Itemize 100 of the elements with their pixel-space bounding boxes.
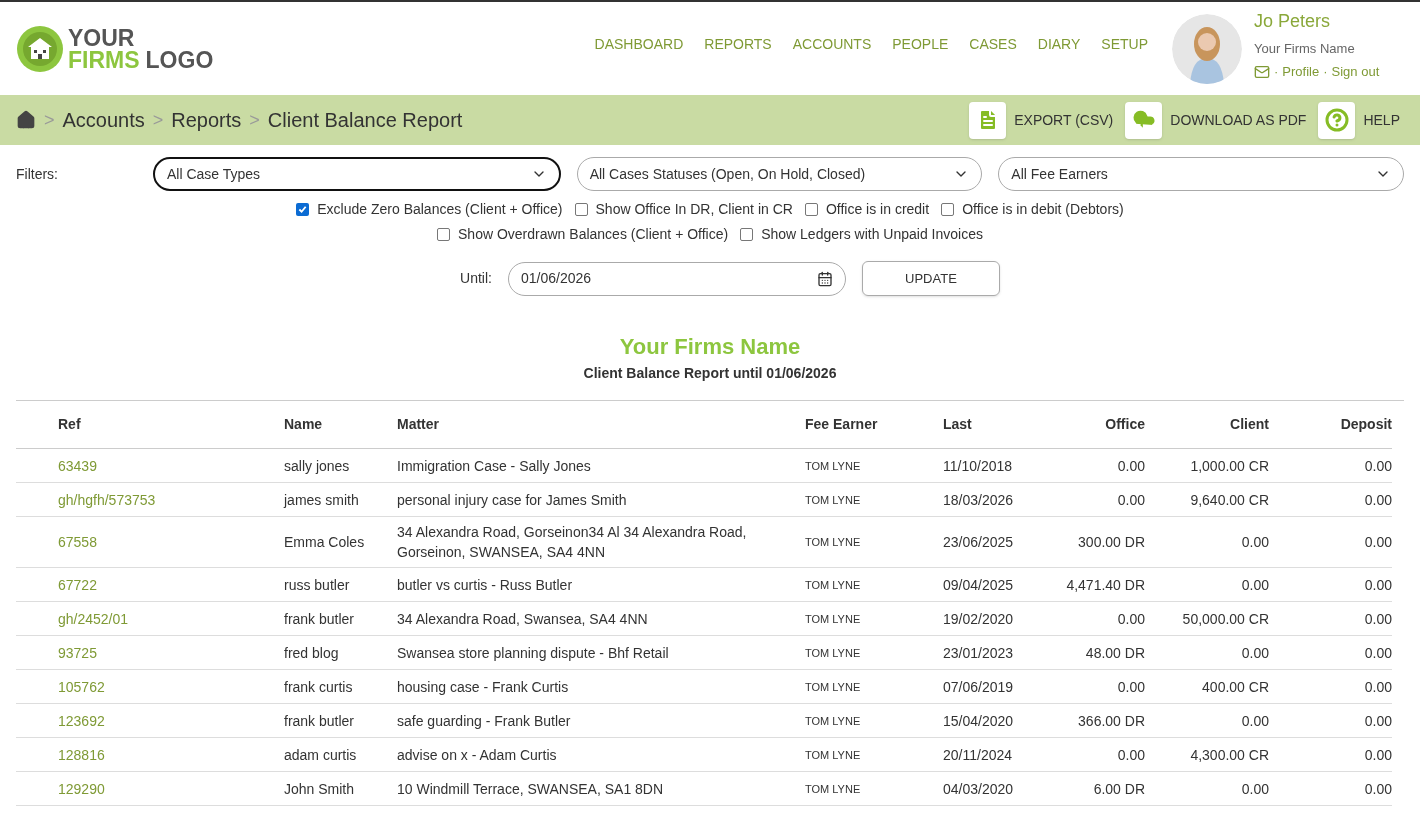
column-header[interactable]: Client <box>1145 414 1269 435</box>
table-cell-text: 0.00 <box>1363 779 1392 799</box>
table-cell-text: TOM LYNE <box>805 679 862 695</box>
table-cell-text: 0.00 <box>1363 490 1392 510</box>
checkbox[interactable] <box>437 228 451 241</box>
check-icon <box>298 205 308 214</box>
until-label: Until: <box>460 269 492 288</box>
table-cell-text: 23/01/2023 <box>943 643 1015 663</box>
breadcrumb-separator: > <box>44 108 55 132</box>
table-cell-text: frank butler <box>284 609 356 629</box>
table-cell-text: 0.00 <box>1116 677 1145 697</box>
table-cell-text: 366.00 DR <box>1077 711 1145 731</box>
checkbox-label: Show Ledgers with Unpaid Invoices <box>761 225 983 244</box>
table-cell-text: james smith <box>284 490 360 510</box>
table-cell-text: personal injury case for James Smith <box>397 490 628 510</box>
table-cell-text: 0.00 <box>1116 745 1145 765</box>
table-cell-text: fred blog <box>284 643 340 663</box>
table-cell-text: housing case - Frank Curtis <box>397 677 570 697</box>
logo-text: YOUR <box>68 26 136 49</box>
table-cell-text: 0.00 <box>1240 575 1269 595</box>
table-cell-text: 15/04/2020 <box>943 711 1015 731</box>
checkbox[interactable] <box>740 228 754 241</box>
column-header[interactable]: Ref <box>16 414 284 435</box>
filters-label: Filters: <box>16 164 59 184</box>
table-cell-text: 07/06/2019 <box>943 677 1015 697</box>
breadcrumb-link[interactable]: Reports <box>171 105 242 135</box>
table-cell-text: advise on x - Adam Curtis <box>397 745 558 765</box>
table-cell-text: 04/03/2020 <box>943 779 1015 799</box>
table-cell-text: safe guarding - Frank Butler <box>397 711 572 731</box>
table-cell-text: John Smith <box>284 779 356 799</box>
logo-text: FIRMS <box>68 48 140 71</box>
user-name: Jo Peters <box>1254 9 1332 33</box>
checkbox-label: Office is in debit (Debtors) <box>962 200 1124 219</box>
column-header[interactable]: Office <box>1033 414 1145 435</box>
action-button[interactable]: EXPORT (CSV) <box>969 101 1114 139</box>
table-cell-text: 0.00 <box>1363 575 1392 595</box>
column-header[interactable]: Fee Earner <box>805 414 943 435</box>
table-cell-text: 4,300.00 CR <box>1189 745 1269 765</box>
logo[interactable]: YOUR FIRMS LOGO <box>16 24 214 73</box>
report-title: Your Firms Name <box>619 333 801 361</box>
separator: · <box>1323 63 1328 81</box>
table-cell-text: 10 Windmill Terrace, SWANSEA, SA1 8DN <box>397 779 665 799</box>
logo-text: LOGO <box>145 48 214 71</box>
table-cell-text: 23/06/2025 <box>943 533 1015 552</box>
table-cell-text: TOM LYNE <box>805 645 862 661</box>
mail-icon[interactable] <box>1254 63 1270 80</box>
table-cell-text: frank curtis <box>284 677 354 697</box>
select-field[interactable]: All Case Types <box>153 157 561 191</box>
table-cell-text: TOM LYNE <box>805 458 862 474</box>
action-button[interactable]: DOWNLOAD AS PDF <box>1125 101 1307 139</box>
table-cell-text: 0.00 <box>1363 745 1392 765</box>
home-icon[interactable] <box>16 110 36 130</box>
checkbox-label: Exclude Zero Balances (Client + Office) <box>317 200 563 219</box>
table-cell-text: 300.00 DR <box>1077 533 1145 552</box>
table-cell-text: 0.00 <box>1240 711 1269 731</box>
table-cell-text: TOM LYNE <box>805 577 862 593</box>
table-cell-text: butler vs curtis - Russ Butler <box>397 575 574 595</box>
table-cell-text: TOM LYNE <box>805 747 862 763</box>
column-header[interactable]: Last <box>943 414 1033 435</box>
table-cell-text: 6.00 DR <box>1092 779 1145 799</box>
column-header[interactable]: Matter <box>397 414 805 435</box>
table-cell-text: 400.00 CR <box>1201 677 1269 697</box>
table-cell-text: 0.00 <box>1240 643 1269 663</box>
table-cell-text: adam curtis <box>284 745 358 765</box>
column-header[interactable]: Deposit <box>1269 414 1392 435</box>
checkbox[interactable] <box>804 203 818 216</box>
table-cell-text: 9,640.00 CR <box>1189 490 1269 510</box>
checkbox[interactable] <box>941 203 955 216</box>
table-cell-text: 09/04/2025 <box>943 575 1015 595</box>
report-subtitle: Client Balance Report until 01/06/2026 <box>583 364 837 383</box>
checkbox-label: Show Overdrawn Balances (Client + Office) <box>458 225 729 244</box>
table-cell-text: TOM LYNE <box>805 713 862 729</box>
calendar-icon[interactable] <box>816 270 833 287</box>
breadcrumb-separator: > <box>249 108 260 132</box>
table-cell-text: TOM LYNE <box>805 781 862 797</box>
table-cell-text: TOM LYNE <box>805 492 862 508</box>
column-header[interactable]: Name <box>284 414 397 435</box>
checkbox[interactable] <box>296 203 310 216</box>
table-cell-text: 0.00 <box>1363 643 1392 663</box>
table-cell-text: 0.00 <box>1240 779 1269 799</box>
table-cell-text: TOM LYNE <box>805 535 862 550</box>
action-button[interactable]: HELP <box>1318 101 1400 139</box>
table-cell-text: 0.00 <box>1116 456 1145 476</box>
update-button[interactable]: UPDATE <box>861 261 1000 296</box>
checkbox[interactable] <box>574 203 588 216</box>
table-cell-text: 0.00 <box>1363 533 1392 552</box>
separator: · <box>1274 63 1279 81</box>
table-cell-text: Swansea store planning dispute - Bhf Retail <box>397 643 670 663</box>
table-cell-text: 0.00 <box>1116 609 1145 629</box>
table-cell-text: 4,471.40 DR <box>1065 575 1145 595</box>
table-cell-text: frank butler <box>284 711 356 731</box>
breadcrumb-link[interactable]: Client Balance Report <box>267 105 463 135</box>
table-cell-text: 34 Alexandra Road, Gorseinon34 Al 34 Alexandra Road, Gorseinon, SWANSEA, SA4 4NN <box>397 523 748 562</box>
table-cell-text: 34 Alexandra Road, Swansea, SA4 4NN <box>397 609 649 629</box>
table-cell-text: 50,000.00 CR <box>1181 609 1269 629</box>
breadcrumb-link[interactable]: Accounts <box>62 105 145 135</box>
table-cell-text: 0.00 <box>1363 711 1392 731</box>
table-cell-text: 11/10/2018 <box>943 456 1014 476</box>
table-cell-text: 1,000.00 CR <box>1189 456 1269 476</box>
table-cell-text: russ butler <box>284 575 351 595</box>
